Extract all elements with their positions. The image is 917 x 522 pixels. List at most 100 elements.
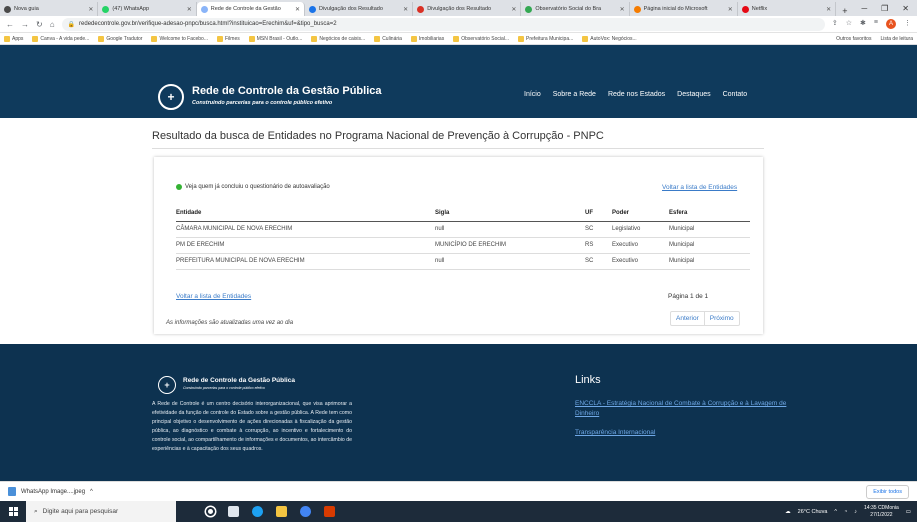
clock-date: 27/1/2022 (870, 511, 893, 518)
volume-icon[interactable]: ♪ (854, 509, 857, 515)
profile-avatar[interactable]: A (886, 19, 896, 29)
bookmark-item[interactable]: Culinária (374, 35, 402, 42)
tab-close-icon[interactable]: ✕ (511, 6, 516, 13)
tab-favicon-icon (102, 5, 110, 13)
bookmark-item[interactable]: AutoVox: Negócios... (582, 35, 637, 42)
bookmark-item[interactable]: Negócios de caixis... (311, 35, 365, 42)
window-controls: ─ ❐ ✕ (853, 4, 917, 16)
start-button[interactable] (0, 501, 26, 522)
browser-tab[interactable]: Página inicial do Microsoft ✕ (630, 2, 738, 16)
powerpoint-icon[interactable] (324, 506, 335, 517)
column-header-sigla: Sigla (435, 205, 585, 222)
browser-tab[interactable]: Divulgação dos Resultado ✕ (305, 2, 414, 16)
notifications-icon[interactable]: ▭ (906, 509, 911, 515)
file-explorer-icon[interactable] (276, 506, 287, 517)
browser-tab[interactable]: Rede de Controle da Gestão ✕ (196, 2, 305, 16)
extensions-icon[interactable]: ✱ (860, 19, 866, 29)
search-icon: ⌕ (34, 507, 38, 515)
cell-entidade: CÂMARA MUNICIPAL DE NOVA ERECHIM (176, 221, 435, 238)
nav-link[interactable]: Rede nos Estados (608, 91, 665, 98)
column-header-entidade: Entidade (176, 205, 435, 222)
update-note: As informações são atualizadas uma vez a… (166, 320, 294, 326)
nav-link[interactable]: Contato (723, 91, 748, 98)
close-window-icon[interactable]: ✕ (902, 4, 909, 13)
clock-time: 14:35 CDMonia (864, 505, 899, 511)
questionnaire-hint[interactable]: Veja quem já concluiu o questionário de … (176, 184, 330, 190)
network-icon[interactable]: ◔ (844, 509, 847, 515)
tab-close-icon[interactable]: ✕ (620, 6, 625, 13)
bookmark-item[interactable]: Google Tradutor (98, 35, 143, 42)
tab-favicon-icon (200, 5, 208, 13)
previous-page-button[interactable]: Anterior (671, 312, 704, 325)
nav-link[interactable]: Sobre a Rede (553, 91, 596, 98)
reading-list-icon[interactable]: ≡ (874, 19, 878, 29)
back-to-list-link-top[interactable]: Voltar a lista de Entidades (662, 184, 737, 191)
star-icon[interactable]: ☆ (846, 19, 852, 29)
home-icon[interactable]: ⌂ (50, 20, 55, 29)
new-tab-button[interactable]: + (836, 6, 853, 16)
tab-close-icon[interactable]: ✕ (826, 6, 831, 13)
bookmark-label: Filmes (225, 35, 240, 42)
nav-link[interactable]: Início (524, 91, 541, 98)
transparencia-link[interactable]: Transparência Internacional (575, 428, 655, 438)
reload-icon[interactable]: ↻ (36, 20, 43, 29)
bookmark-folder[interactable]: Outros favoritos (836, 36, 871, 42)
task-view-icon[interactable] (228, 506, 239, 517)
tray-chevron-icon[interactable]: ^ (834, 509, 837, 515)
bookmark-icon (98, 35, 105, 42)
system-tray: ☁ 26°C Chuva ^ ◔ ♪ 14:35 CDMonia 27/1/20… (785, 505, 917, 518)
title-divider (152, 148, 764, 149)
tab-close-icon[interactable]: ✕ (187, 6, 192, 13)
bookmark-label: Apps (12, 35, 24, 42)
menu-icon[interactable]: ⋮ (904, 19, 911, 29)
bookmark-item[interactable]: Prefeitura Municipa... (518, 35, 573, 42)
search-placeholder: Digite aqui para pesquisar (42, 508, 119, 515)
enccla-link[interactable]: ENCCLA - Estratégia Nacional de Combate … (575, 399, 790, 420)
back-icon[interactable]: ← (6, 20, 14, 29)
minimize-icon[interactable]: ─ (861, 4, 867, 13)
cell-entidade: PREFEITURA MUNICIPAL DE NOVA ERECHIM (176, 253, 435, 270)
download-item[interactable]: WhatsApp Image....jpeg ^ (8, 487, 93, 496)
maximize-icon[interactable]: ❐ (881, 4, 888, 13)
clock[interactable]: 14:35 CDMonia 27/1/2022 (864, 505, 899, 518)
bookmark-item[interactable]: Canva - A vida pede... (32, 35, 89, 42)
share-icon[interactable]: ⇪ (832, 19, 838, 29)
tab-close-icon[interactable]: ✕ (728, 6, 733, 13)
browser-tab[interactable]: Observatório Social do Bra ✕ (521, 2, 630, 16)
bookmark-item[interactable]: Welcome to Facebo... (151, 35, 208, 42)
bookmark-item[interactable]: Filmes (217, 35, 240, 42)
bookmark-item[interactable]: Apps (4, 35, 24, 42)
bookmark-icon (4, 35, 10, 42)
cortana-icon[interactable] (206, 507, 215, 516)
weather-text[interactable]: 26°C Chuva (798, 509, 828, 515)
cell-uf: SC (585, 221, 612, 238)
back-to-list-link-bottom[interactable]: Voltar a lista de Entidades (176, 293, 251, 300)
brand-logo-icon[interactable]: + (158, 84, 184, 110)
nav-link[interactable]: Destaques (677, 91, 710, 98)
footer-logo-icon: + (158, 376, 176, 394)
brand-title[interactable]: Rede de Controle da Gestão Pública (192, 85, 382, 97)
tab-close-icon[interactable]: ✕ (295, 6, 300, 13)
image-file-icon (8, 487, 16, 496)
taskbar-search[interactable]: ⌕ Digite aqui para pesquisar (26, 501, 176, 522)
edge-icon[interactable] (252, 506, 263, 517)
chrome-icon[interactable] (300, 506, 311, 517)
show-all-downloads-button[interactable]: Exibir todos (866, 484, 909, 499)
tab-close-icon[interactable]: ✕ (88, 6, 93, 13)
url-field[interactable]: 🔒 rededecontrole.gov.br/verifique-adesao… (61, 17, 825, 31)
bookmark-item[interactable]: Observatório Social... (453, 35, 509, 42)
chevron-up-icon[interactable]: ^ (90, 489, 93, 495)
next-page-button[interactable]: Próximo (703, 312, 739, 325)
bookmark-item[interactable]: Imobiliarias (410, 35, 444, 42)
bookmark-folder[interactable]: Lista de leitura (880, 36, 913, 42)
bookmark-item[interactable]: MSN Brasil - Outlo... (248, 35, 302, 42)
browser-tab[interactable]: (47) WhatsApp ✕ (98, 2, 197, 16)
browser-tab[interactable]: Divulgação dos Resultado ✕ (413, 2, 522, 16)
browser-tab[interactable]: Netflix ✕ (738, 2, 837, 16)
tab-close-icon[interactable]: ✕ (403, 6, 408, 13)
column-header-poder: Poder (612, 205, 669, 222)
tab-favicon-icon (525, 5, 533, 13)
bookmark-label: Google Tradutor (106, 35, 143, 42)
browser-tab[interactable]: Nova guia ✕ (0, 2, 99, 16)
forward-icon[interactable]: → (21, 20, 29, 29)
